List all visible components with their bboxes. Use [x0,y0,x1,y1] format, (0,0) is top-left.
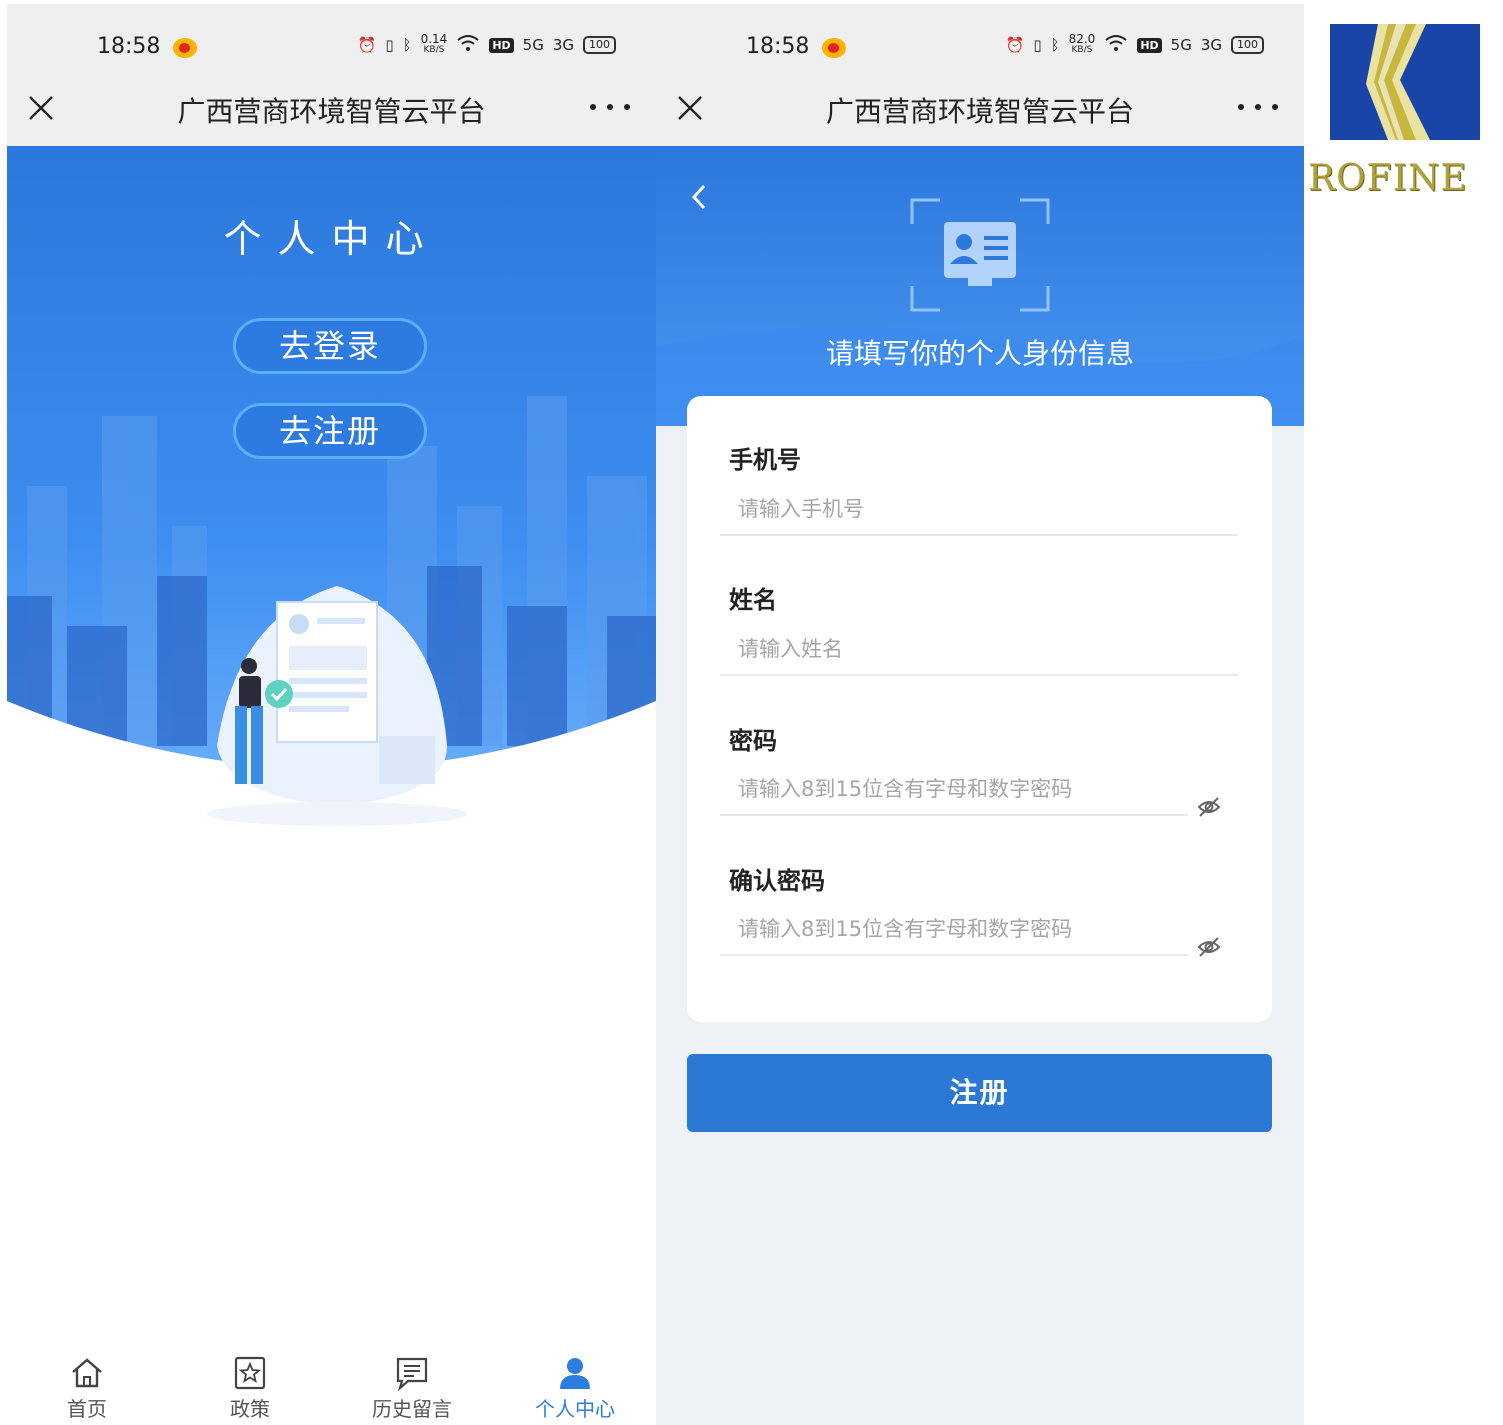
speed-value: 82.0 [1068,32,1096,46]
bluetooth-icon: ᛒ [1050,36,1060,54]
status-icons: ⏰ ▯ ᛒ 82.0 KB/S HD 5G 3G 100 [1005,32,1264,56]
speed-unit: KB/S [1071,45,1093,55]
name-input[interactable] [720,624,1238,676]
back-arrow-icon[interactable] [686,180,710,214]
register-screen: 18:58 ⏰ ▯ ᛒ 82.0 KB/S HD 5G 3G 100 广西营商环… [656,4,1304,1425]
tab-policy[interactable]: 政策 [190,1355,310,1425]
tab-policy-label: 政策 [230,1397,270,1421]
password-label: 密码 [729,727,777,755]
tab-home-label: 首页 [67,1397,107,1421]
signal-5g: 5G [522,36,544,54]
network-speed: 0.14 KB/S [420,32,448,56]
wifi-icon [456,34,480,56]
status-bar: 18:58 ⏰ ▯ ᛒ 0.14 KB/S HD 5G 3G 100 [7,4,656,74]
tab-history-label: 历史留言 [372,1397,452,1421]
confirm-password-input[interactable] [720,904,1188,956]
network-speed: 82.0 KB/S [1068,32,1096,56]
app-title-bar: 广西营商环境智管云平台 [7,74,656,146]
bluetooth-icon: ᛒ [402,36,412,54]
speed-value: 0.14 [420,32,448,46]
personal-center-screen: 18:58 ⏰ ▯ ᛒ 0.14 KB/S HD 5G 3G 100 广西营商环… [7,4,656,1425]
hd-badge: HD [489,37,514,53]
message-list-icon [396,1357,428,1391]
status-time: 18:58 [746,34,810,59]
alarm-icon: ⏰ [357,36,377,54]
register-button[interactable]: 去注册 [233,403,427,459]
speed-unit: KB/S [423,45,445,55]
password-input[interactable] [720,764,1188,816]
policy-star-icon [234,1356,266,1390]
hide-password-eye-icon[interactable] [1197,796,1221,818]
page-heading: 个人中心 [223,217,440,261]
window-title: 广西营商环境智管云平台 [825,95,1134,128]
more-menu-icon[interactable] [1238,92,1278,122]
signal-5g: 5G [1170,36,1192,54]
confirm-password-label: 确认密码 [729,867,825,895]
tab-personal-center-label: 个人中心 [535,1397,615,1421]
more-menu-icon[interactable] [590,92,630,122]
name-label: 姓名 [729,586,777,614]
login-button[interactable]: 去登录 [233,318,427,374]
submit-register-button[interactable]: 注册 [687,1054,1272,1132]
tab-personal-center[interactable]: 个人中心 [515,1355,635,1425]
id-card-icon [910,198,1050,312]
tab-history-messages[interactable]: 历史留言 [352,1355,472,1425]
identity-prompt: 请填写你的个人身份信息 [825,337,1134,370]
status-icons: ⏰ ▯ ᛒ 0.14 KB/S HD 5G 3G 100 [357,32,616,56]
signal-3g: 3G [1200,36,1222,54]
register-header: 请填写你的个人身份信息 [656,146,1304,426]
home-icon [72,1358,102,1388]
tab-home[interactable]: 首页 [27,1355,147,1425]
battery-icon: 100 [1231,36,1264,54]
status-time: 18:58 [97,34,161,59]
window-title: 广西营商环境智管云平台 [177,95,486,128]
hero-banner: 个人中心 去登录 去注册 [7,146,656,866]
rofine-logo: ROFINE [1308,22,1503,202]
weibo-notification-icon [822,38,846,58]
vibrate-icon: ▯ [1033,36,1042,54]
phone-label: 手机号 [729,446,801,474]
battery-icon: 100 [583,36,616,54]
rofine-logo-mark [1330,24,1480,140]
hide-confirm-password-eye-icon[interactable] [1197,936,1221,958]
phone-input[interactable] [720,484,1238,536]
alarm-icon: ⏰ [1005,36,1025,54]
status-bar: 18:58 ⏰ ▯ ᛒ 82.0 KB/S HD 5G 3G 100 [656,4,1304,74]
hd-badge: HD [1137,37,1162,53]
signal-3g: 3G [552,36,574,54]
logo-text: ROFINE [1308,158,1468,199]
bottom-tab-bar: 首页 政策 历史留言 个人中心 [7,1355,656,1425]
app-title-bar: 广西营商环境智管云平台 [656,74,1304,146]
weibo-notification-icon [173,38,197,58]
registration-form: 手机号 姓名 密码 确认密码 [687,396,1272,1022]
wifi-icon [1104,34,1128,56]
user-icon [560,1358,590,1389]
vibrate-icon: ▯ [385,36,394,54]
